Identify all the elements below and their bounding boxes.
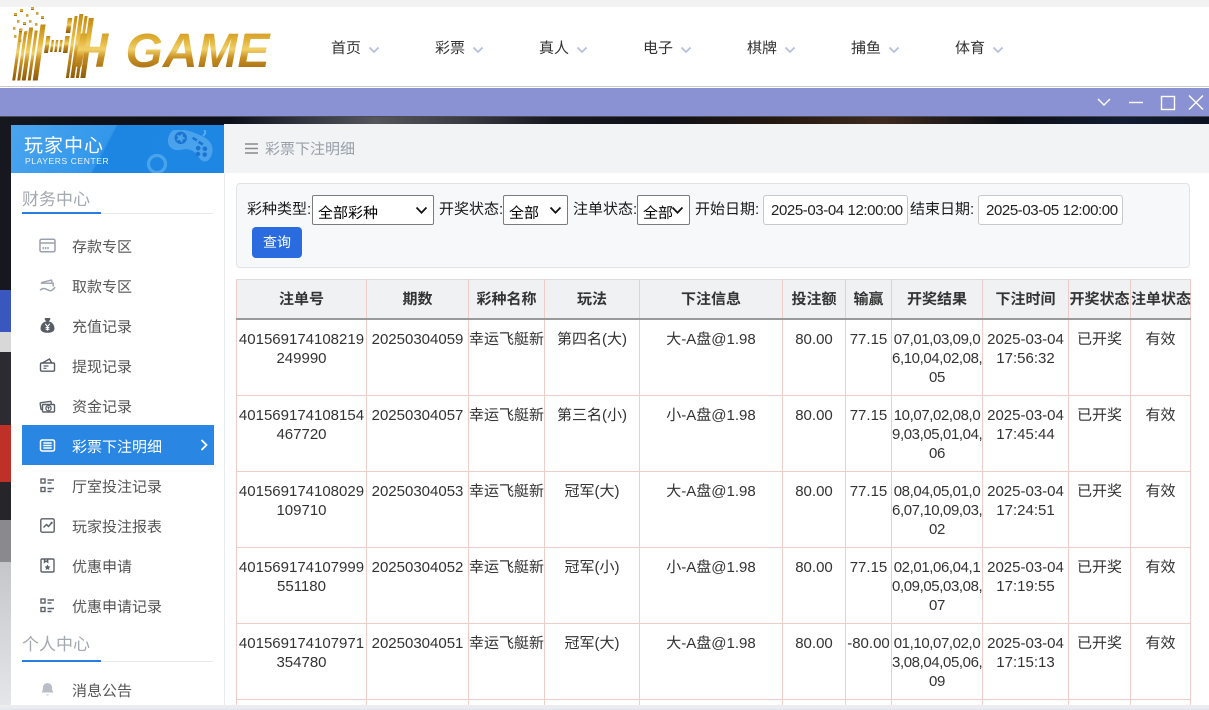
- svg-text:H GAME: H GAME: [74, 25, 272, 78]
